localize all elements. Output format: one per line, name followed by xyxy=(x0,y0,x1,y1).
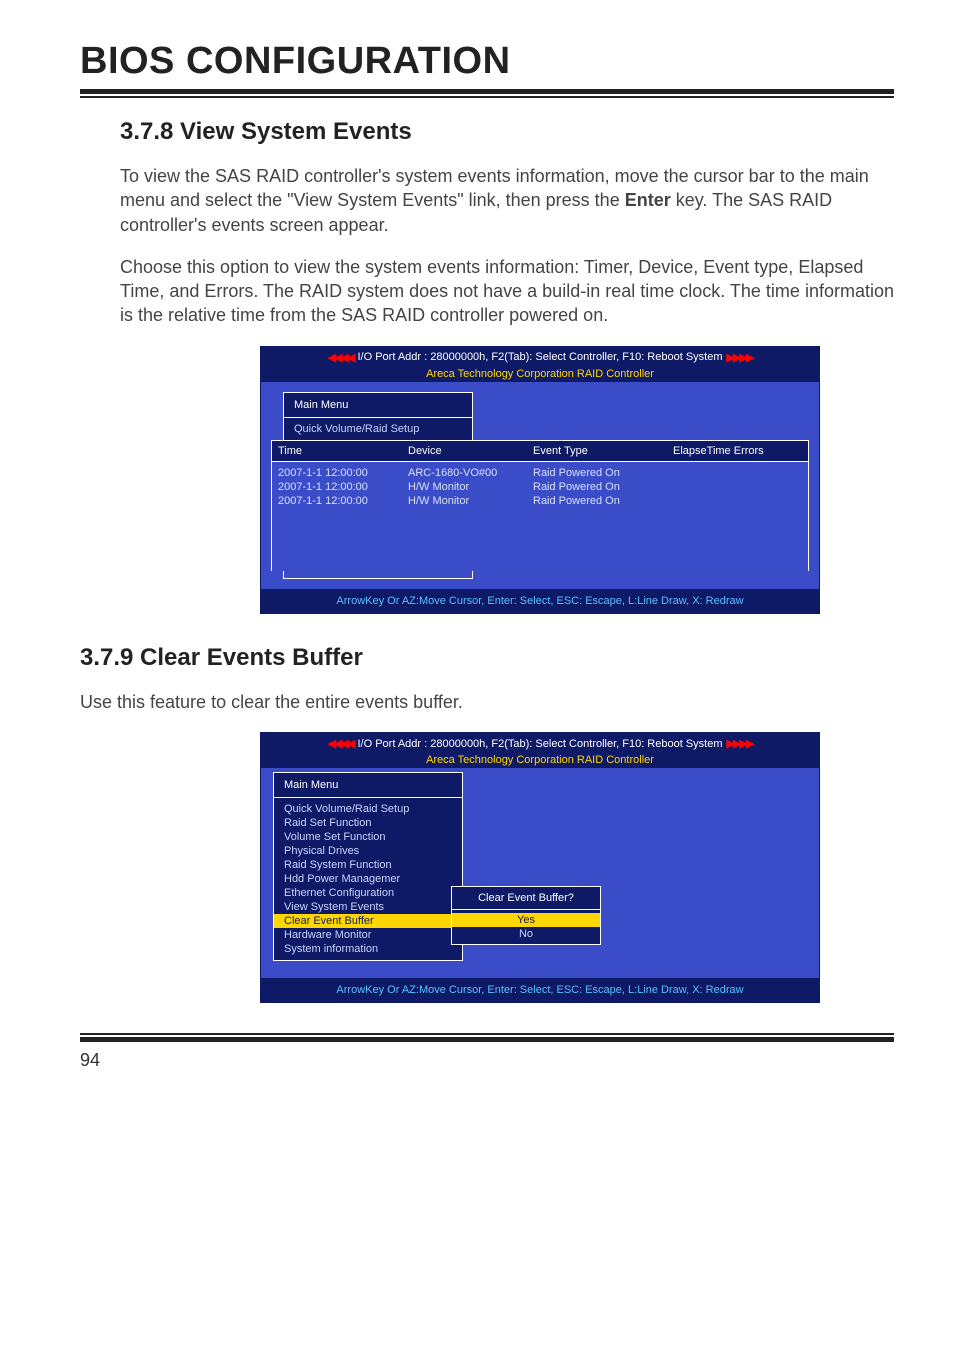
col-device: Device xyxy=(408,445,533,457)
main-menu-title: Main Menu xyxy=(274,773,462,798)
table-row: 2007-1-1 12:00:00 ARC-1680-VO#00 Raid Po… xyxy=(278,466,802,480)
cell-time: 2007-1-1 12:00:00 xyxy=(278,495,408,507)
cell-device: ARC-1680-VO#00 xyxy=(408,467,533,479)
cell-device: H/W Monitor xyxy=(408,495,533,507)
bold-enter: Enter xyxy=(625,190,671,210)
bios-screenshot-1: ◀◀◀◀ I/O Port Addr : 28000000h, F2(Tab):… xyxy=(260,346,820,614)
cell-device: H/W Monitor xyxy=(408,481,533,493)
menu-item[interactable]: Volume Set Function xyxy=(284,830,452,844)
body-para-1: To view the SAS RAID controller's system… xyxy=(120,164,894,237)
cell-event: Raid Powered On xyxy=(533,481,673,493)
heading-rule-heavy xyxy=(80,89,894,94)
clear-buffer-dialog: Clear Event Buffer? Yes No xyxy=(451,886,601,945)
bios-header-bar: ◀◀◀◀ I/O Port Addr : 28000000h, F2(Tab):… xyxy=(261,347,819,368)
main-menu-title: Main Menu xyxy=(284,393,472,418)
dialog-option-no[interactable]: No xyxy=(452,927,600,941)
menu-item[interactable]: System information xyxy=(284,942,452,956)
bios-subtitle: Areca Technology Corporation RAID Contro… xyxy=(261,754,819,768)
menu-item[interactable]: Physical Drives xyxy=(284,844,452,858)
event-table-body: 2007-1-1 12:00:00 ARC-1680-VO#00 Raid Po… xyxy=(271,461,809,571)
menu-item[interactable]: Quick Volume/Raid Setup xyxy=(284,802,452,816)
dialog-option-yes[interactable]: Yes xyxy=(452,913,600,927)
main-menu-panel: Main Menu Quick Volume/Raid Setup Raid S… xyxy=(273,772,463,961)
chapter-title: BIOS CONFIGURATION xyxy=(80,40,894,83)
menu-item[interactable]: Hardware Monitor xyxy=(284,928,452,942)
col-time: Time xyxy=(278,445,408,457)
bios-body-1: Main Menu Quick Volume/Raid Setup Time D… xyxy=(261,382,819,589)
right-arrows-icon: ▶▶▶▶ xyxy=(727,737,753,750)
table-row: 2007-1-1 12:00:00 H/W Monitor Raid Power… xyxy=(278,494,802,508)
left-arrows-icon: ◀◀◀◀ xyxy=(328,351,354,364)
bios-body-2: Main Menu Quick Volume/Raid Setup Raid S… xyxy=(261,768,819,978)
body-para-2: Choose this option to view the system ev… xyxy=(120,255,894,328)
bios-footer: ArrowKey Or AZ:Move Cursor, Enter: Selec… xyxy=(261,589,819,613)
footer-rule-thin xyxy=(80,1033,894,1035)
heading-rule-thin xyxy=(80,96,894,98)
dialog-title: Clear Event Buffer? xyxy=(452,887,600,910)
table-row: 2007-1-1 12:00:00 H/W Monitor Raid Power… xyxy=(278,480,802,494)
bios-subtitle: Areca Technology Corporation RAID Contro… xyxy=(261,368,819,382)
bios-footer: ArrowKey Or AZ:Move Cursor, Enter: Selec… xyxy=(261,978,819,1002)
menu-bottom-stub xyxy=(283,571,473,579)
section-heading-2: 3.7.9 Clear Events Buffer xyxy=(80,644,894,672)
left-arrows-icon: ◀◀◀◀ xyxy=(328,737,354,750)
menu-item[interactable]: Raid Set Function xyxy=(284,816,452,830)
cell-event: Raid Powered On xyxy=(533,495,673,507)
bios-top-line: I/O Port Addr : 28000000h, F2(Tab): Sele… xyxy=(357,351,722,363)
bios-top-line: I/O Port Addr : 28000000h, F2(Tab): Sele… xyxy=(357,738,722,750)
cell-time: 2007-1-1 12:00:00 xyxy=(278,467,408,479)
menu-item-selected[interactable]: Clear Event Buffer xyxy=(274,914,462,928)
cell-time: 2007-1-1 12:00:00 xyxy=(278,481,408,493)
footer-rule-heavy xyxy=(80,1037,894,1042)
cell-event: Raid Powered On xyxy=(533,467,673,479)
menu-items-list: Quick Volume/Raid Setup Raid Set Functio… xyxy=(274,798,462,960)
right-arrows-icon: ▶▶▶▶ xyxy=(727,351,753,364)
col-event-type: Event Type xyxy=(533,445,673,457)
main-menu-panel: Main Menu Quick Volume/Raid Setup xyxy=(283,392,473,441)
section-heading-1: 3.7.8 View System Events xyxy=(120,118,894,146)
page-number: 94 xyxy=(80,1050,894,1071)
menu-item[interactable]: Raid System Function xyxy=(284,858,452,872)
menu-item[interactable]: View System Events xyxy=(284,900,452,914)
event-table-header: Time Device Event Type ElapseTime Errors xyxy=(271,440,809,461)
body-para-3: Use this feature to clear the entire eve… xyxy=(80,690,894,714)
menu-item-quick[interactable]: Quick Volume/Raid Setup xyxy=(294,422,462,436)
menu-item[interactable]: Ethernet Configuration xyxy=(284,886,452,900)
bios-screenshot-2: ◀◀◀◀ I/O Port Addr : 28000000h, F2(Tab):… xyxy=(260,732,820,1003)
menu-item[interactable]: Hdd Power Managemer xyxy=(284,872,452,886)
col-elapse: ElapseTime Errors xyxy=(673,445,802,457)
bios-header-bar: ◀◀◀◀ I/O Port Addr : 28000000h, F2(Tab):… xyxy=(261,733,819,754)
